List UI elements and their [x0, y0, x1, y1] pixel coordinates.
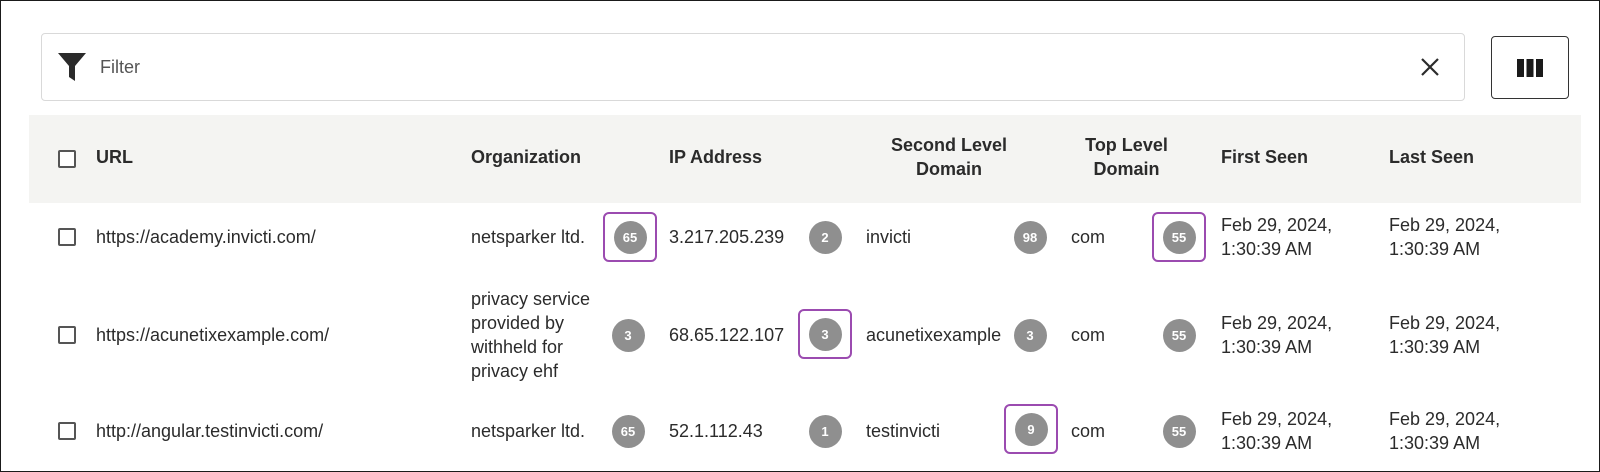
organization-count-badge[interactable]: 65 [601, 406, 655, 456]
clear-filter-button[interactable] [1416, 53, 1444, 81]
last-seen-time: 1:30:39 AM [1389, 433, 1481, 453]
first-seen-date: Feb 29, 2024, [1221, 313, 1333, 333]
organization-line: privacy service [471, 289, 591, 309]
sld-count-badge[interactable]: 9 [1004, 404, 1058, 454]
row-checkbox[interactable] [58, 422, 76, 440]
count-badge[interactable]: 55 [1162, 220, 1196, 254]
header-second-level-domain[interactable]: Second Level Domain [869, 133, 1029, 181]
ip-address-cell: 68.65.122.107 [669, 325, 785, 345]
header-sld-line2: Domain [915, 159, 982, 179]
row-checkbox[interactable] [58, 326, 76, 344]
organization-count-badge[interactable]: 3 [601, 310, 655, 360]
ip-address-cell: 3.217.205.239 [669, 227, 785, 247]
table-row[interactable]: https://academy.invicti.com/ netsparker … [29, 203, 1581, 272]
last-seen-cell: Feb 29, 2024, 1:30:39 AM [1389, 213, 1500, 261]
assets-table: URL Organization IP Address Second Level… [29, 115, 1581, 471]
last-seen-date: Feb 29, 2024, [1389, 215, 1501, 235]
tld-count-badge[interactable]: 55 [1152, 310, 1206, 360]
filter-input[interactable]: Filter [100, 57, 1416, 78]
organization-cell: privacy service provided by withheld for… [471, 287, 590, 383]
row-checkbox[interactable] [58, 228, 76, 246]
tld-cell: com [1071, 421, 1106, 441]
header-ip-address[interactable]: IP Address [669, 145, 762, 169]
count-badge[interactable]: 3 [808, 317, 842, 351]
count-badge[interactable]: 9 [1014, 412, 1048, 446]
first-seen-time: 1:30:39 AM [1221, 337, 1313, 357]
sld-cell: testinvicti [866, 421, 941, 441]
header-tld-line2: Domain [1093, 159, 1160, 179]
organization-line: provided by [471, 313, 565, 333]
ip-count-badge[interactable]: 3 [798, 309, 852, 359]
organization-cell: netsparker ltd. [471, 227, 586, 247]
columns-button[interactable] [1491, 36, 1569, 99]
first-seen-date: Feb 29, 2024, [1221, 215, 1333, 235]
filter-bar[interactable]: Filter [41, 33, 1465, 101]
sld-count-badge[interactable]: 98 [1003, 212, 1057, 262]
last-seen-date: Feb 29, 2024, [1389, 409, 1501, 429]
count-badge[interactable]: 3 [1013, 318, 1047, 352]
table-row[interactable]: https://acunetixexample.com/ privacy ser… [29, 271, 1581, 399]
url-cell[interactable]: https://academy.invicti.com/ [96, 225, 316, 249]
ip-count-badge[interactable]: 1 [798, 406, 852, 456]
count-badge[interactable]: 55 [1162, 318, 1196, 352]
header-last-seen[interactable]: Last Seen [1389, 145, 1474, 169]
columns-icon [1517, 58, 1543, 77]
count-badge[interactable]: 2 [808, 220, 842, 254]
first-seen-date: Feb 29, 2024, [1221, 409, 1333, 429]
first-seen-cell: Feb 29, 2024, 1:30:39 AM [1221, 407, 1332, 455]
url-cell[interactable]: http://angular.testinvicti.com/ [96, 419, 323, 443]
first-seen-time: 1:30:39 AM [1221, 239, 1313, 259]
last-seen-cell: Feb 29, 2024, 1:30:39 AM [1389, 311, 1500, 359]
tld-cell: com [1071, 325, 1106, 345]
count-badge[interactable]: 3 [611, 318, 645, 352]
organization-count-badge[interactable]: 65 [603, 212, 657, 262]
last-seen-cell: Feb 29, 2024, 1:30:39 AM [1389, 407, 1500, 455]
tld-count-badge[interactable]: 55 [1152, 212, 1206, 262]
header-first-seen[interactable]: First Seen [1221, 145, 1308, 169]
assets-panel: Filter URL Organization IP Address Secon… [0, 0, 1600, 472]
ip-count-badge[interactable]: 2 [798, 212, 852, 262]
last-seen-date: Feb 29, 2024, [1389, 313, 1501, 333]
count-badge[interactable]: 65 [613, 220, 647, 254]
count-badge[interactable]: 1 [808, 414, 842, 448]
header-url[interactable]: URL [96, 145, 133, 169]
count-badge[interactable]: 98 [1013, 220, 1047, 254]
filter-funnel-icon [56, 51, 88, 83]
first-seen-cell: Feb 29, 2024, 1:30:39 AM [1221, 213, 1332, 261]
tld-count-badge[interactable]: 55 [1152, 406, 1206, 456]
close-x-icon [1421, 58, 1439, 76]
count-badge[interactable]: 55 [1162, 414, 1196, 448]
count-badge[interactable]: 65 [611, 414, 645, 448]
select-all-checkbox[interactable] [58, 150, 76, 168]
header-organization[interactable]: Organization [471, 145, 581, 169]
tld-cell: com [1071, 227, 1106, 247]
sld-cell: invicti [866, 227, 912, 247]
organization-line: withheld for [471, 337, 564, 357]
organization-cell: netsparker ltd. [471, 421, 586, 441]
first-seen-time: 1:30:39 AM [1221, 433, 1313, 453]
header-tld-line1: Top Level [1085, 135, 1168, 155]
table-row[interactable]: http://angular.testinvicti.com/ netspark… [29, 398, 1581, 471]
sld-count-badge[interactable]: 3 [1003, 310, 1057, 360]
table-header: URL Organization IP Address Second Level… [29, 115, 1581, 204]
header-top-level-domain[interactable]: Top Level Domain [1069, 133, 1184, 181]
sld-cell: acunetixexample [866, 325, 1002, 345]
last-seen-time: 1:30:39 AM [1389, 239, 1481, 259]
header-sld-line1: Second Level [890, 135, 1008, 155]
first-seen-cell: Feb 29, 2024, 1:30:39 AM [1221, 311, 1332, 359]
ip-address-cell: 52.1.112.43 [669, 421, 763, 441]
url-cell[interactable]: https://acunetixexample.com/ [96, 323, 329, 347]
last-seen-time: 1:30:39 AM [1389, 337, 1481, 357]
organization-line: privacy ehf [471, 361, 559, 381]
